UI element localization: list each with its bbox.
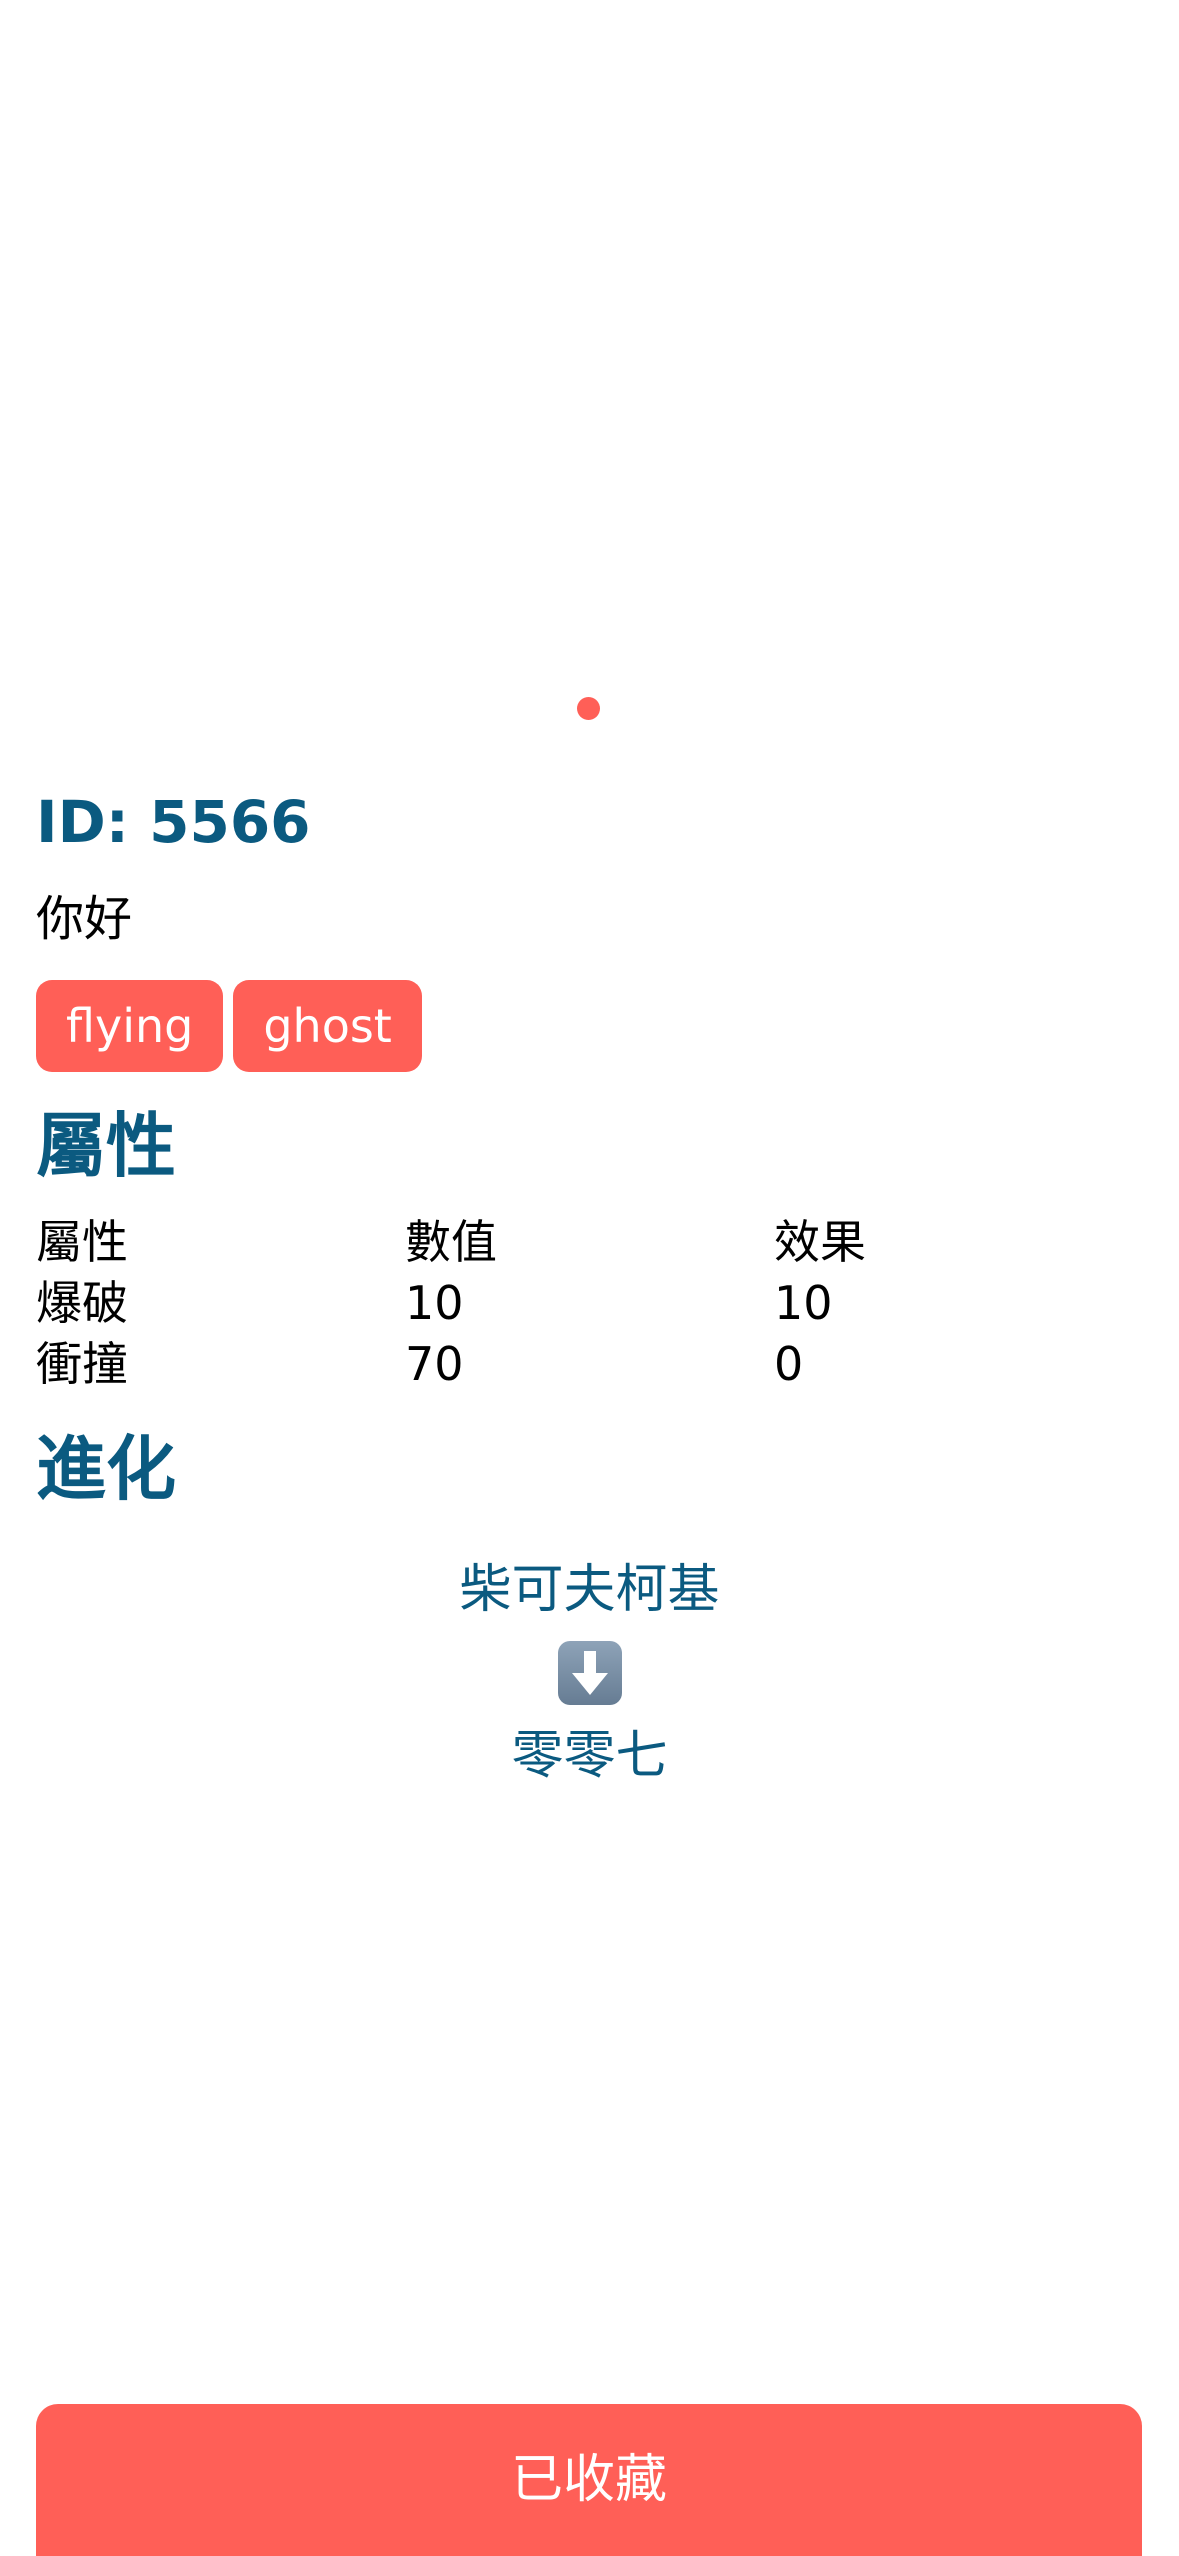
table-cell: 10 xyxy=(774,1276,833,1330)
type-tags: flying ghost xyxy=(36,980,1143,1072)
table-cell: 10 xyxy=(405,1276,464,1330)
column-header: 屬性 xyxy=(36,1215,128,1269)
column-header: 數值 xyxy=(405,1215,497,1269)
item-name: 你好 xyxy=(36,891,133,947)
down-arrow-icon xyxy=(557,1641,622,1705)
tag-flying: flying xyxy=(36,980,224,1072)
attributes-section-title: 屬性 xyxy=(36,1105,176,1187)
table-cell: 70 xyxy=(405,1337,464,1391)
table-cell: 0 xyxy=(774,1337,804,1391)
column-header: 效果 xyxy=(774,1215,866,1269)
attributes-table: 屬性 數值 效果 爆破 10 10 衝撞 70 0 xyxy=(36,1212,1143,1395)
evolution-section-title: 進化 xyxy=(36,1428,176,1510)
evolution-to-link[interactable]: 零零七 xyxy=(36,1715,1143,1797)
detail-content: ID: 5566 你好 flying ghost 屬性 屬性 數值 效果 爆破 … xyxy=(36,780,1143,1797)
item-id: ID: 5566 xyxy=(36,788,311,856)
evolution-from-link[interactable]: 柴可夫柯基 xyxy=(36,1549,1143,1631)
tag-ghost: ghost xyxy=(233,980,422,1072)
table-cell: 爆破 xyxy=(36,1276,128,1330)
table-header-row: 屬性 數值 效果 xyxy=(36,1212,1143,1273)
page-indicator-dot xyxy=(577,697,600,720)
table-row: 爆破 10 10 xyxy=(36,1273,1143,1334)
image-carousel[interactable] xyxy=(0,0,1179,690)
table-row: 衝撞 70 0 xyxy=(36,1334,1143,1395)
collected-button[interactable]: 已收藏 xyxy=(36,2404,1142,2556)
table-cell: 衝撞 xyxy=(36,1337,128,1391)
evolution-chain: 柴可夫柯基 零零七 xyxy=(36,1549,1143,1797)
